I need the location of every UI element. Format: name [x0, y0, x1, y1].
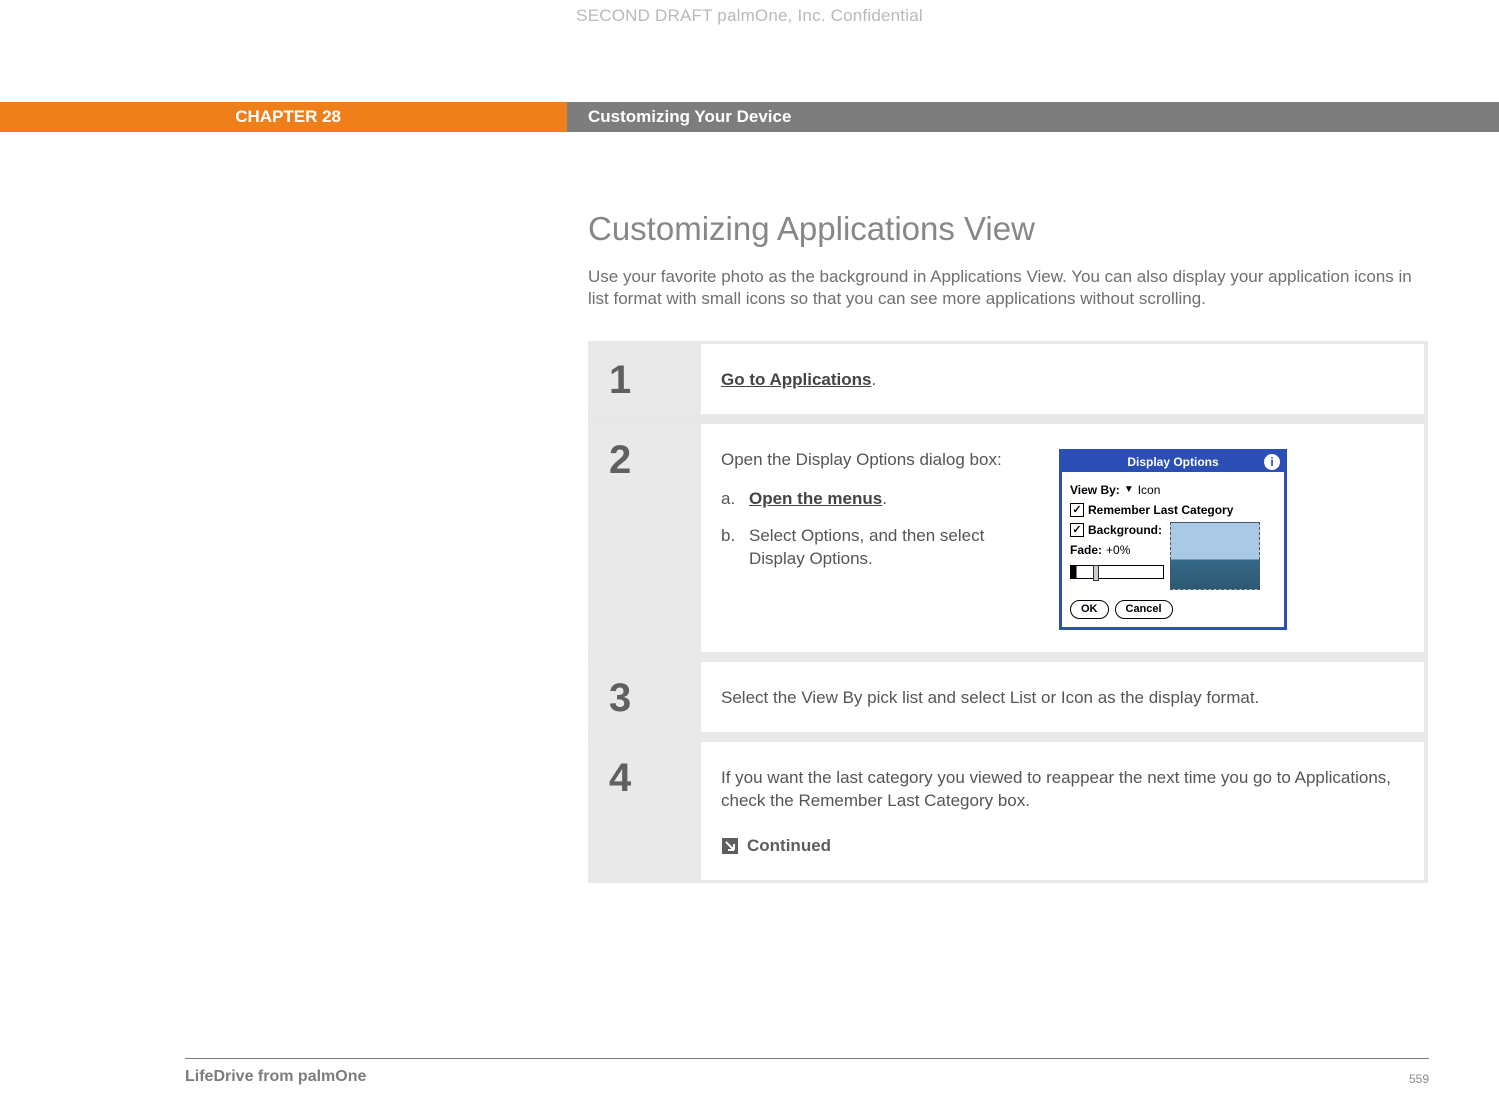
continued-label: Continued [747, 835, 831, 858]
step-body: If you want the last category you viewed… [701, 742, 1424, 880]
remember-last-category-row: ✓ Remember Last Category [1070, 502, 1276, 518]
substep-trail: . [882, 489, 887, 508]
substep-letter: b. [721, 525, 739, 571]
remember-last-category-label: Remember Last Category [1088, 502, 1233, 518]
footer-page-number: 559 [1409, 1072, 1429, 1086]
step-lead: Open the Display Options dialog box: [721, 449, 1041, 472]
step-number: 4 [591, 742, 701, 880]
step-text: . [871, 370, 876, 389]
dropdown-arrow-icon[interactable]: ▼ [1124, 483, 1134, 497]
open-the-menus-link[interactable]: Open the menus [749, 489, 882, 508]
remember-last-category-checkbox[interactable]: ✓ [1070, 503, 1084, 517]
go-to-applications-link[interactable]: Go to Applications [721, 370, 871, 389]
step-body: Go to Applications. [701, 344, 1424, 414]
chapter-banner: CHAPTER 28 Customizing Your Device [0, 102, 1499, 132]
step-number: 1 [591, 344, 701, 414]
step-number: 2 [591, 424, 701, 652]
step-body: Select the View By pick list and select … [701, 662, 1424, 732]
view-by-label: View By: [1070, 482, 1120, 498]
substep: b. Select Options, and then select Displ… [721, 525, 1041, 571]
substep: a. Open the menus. [721, 488, 1041, 511]
view-by-picklist[interactable]: Icon [1138, 482, 1161, 498]
background-thumbnail[interactable] [1170, 522, 1260, 590]
ok-button[interactable]: OK [1070, 600, 1109, 619]
cancel-button[interactable]: Cancel [1115, 600, 1173, 619]
step-row: 1 Go to Applications. [591, 344, 1424, 414]
dialog-title-text: Display Options [1127, 454, 1218, 470]
fade-label: Fade: [1070, 542, 1102, 558]
page-footer: LifeDrive from palmOne 559 [185, 1068, 1429, 1086]
steps-container: 1 Go to Applications. 2 Open the Display… [588, 341, 1428, 883]
fade-value: +0% [1106, 542, 1130, 558]
step-text: If you want the last category you viewed… [721, 767, 1398, 813]
dialog-titlebar: Display Options i [1062, 452, 1284, 472]
substep-text: Select Options, and then select Display … [749, 525, 1041, 571]
step-text: Select the View By pick list and select … [721, 687, 1398, 710]
chapter-title: Customizing Your Device [567, 102, 1499, 132]
continued-arrow-icon [721, 837, 739, 855]
step-body: Open the Display Options dialog box: a. … [701, 424, 1424, 652]
substep-letter: a. [721, 488, 739, 511]
footer-product: LifeDrive from palmOne [185, 1068, 366, 1086]
background-label: Background: [1088, 522, 1162, 538]
section-title: Customizing Applications View [588, 210, 1428, 248]
step-row: 3 Select the View By pick list and selec… [591, 662, 1424, 732]
step-row: 4 If you want the last category you view… [591, 742, 1424, 880]
fade-slider[interactable] [1070, 565, 1164, 579]
step-number: 3 [591, 662, 701, 732]
fade-slider-knob[interactable] [1093, 565, 1099, 581]
background-checkbox[interactable]: ✓ [1070, 523, 1084, 537]
confidential-watermark: SECOND DRAFT palmOne, Inc. Confidential [0, 6, 1499, 26]
footer-rule [185, 1058, 1429, 1059]
step-row: 2 Open the Display Options dialog box: a… [591, 424, 1424, 652]
section-intro: Use your favorite photo as the backgroun… [588, 266, 1428, 311]
continued-indicator: Continued [721, 835, 1398, 858]
chapter-label: CHAPTER 28 [0, 102, 567, 132]
display-options-dialog: Display Options i View By: ▼ Icon ✓ [1059, 449, 1287, 630]
info-icon[interactable]: i [1264, 454, 1280, 470]
view-by-row: View By: ▼ Icon [1070, 482, 1276, 498]
